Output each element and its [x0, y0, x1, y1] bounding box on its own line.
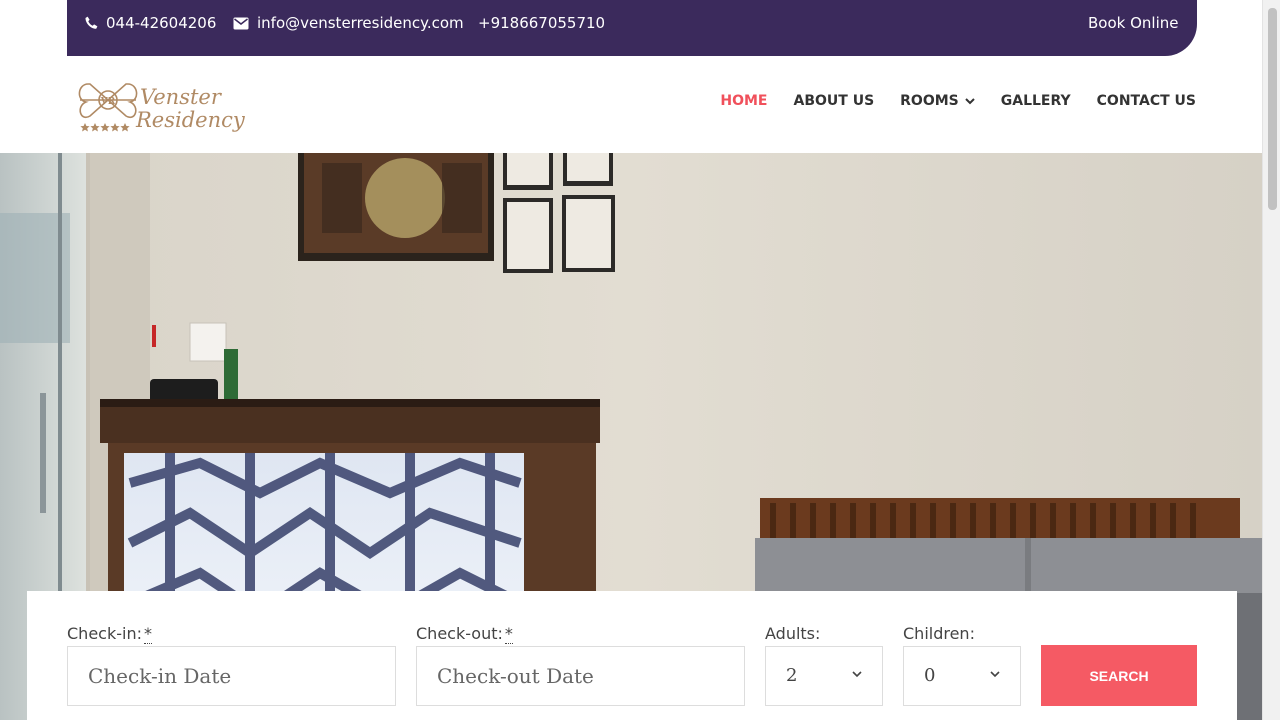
- adults-label: Adults:: [765, 624, 821, 643]
- checkout-label-text: Check-out:: [416, 624, 503, 643]
- children-value: 0: [924, 665, 936, 686]
- nav-home[interactable]: HOME: [720, 93, 767, 109]
- logo-line1: Venster: [140, 85, 223, 109]
- phone-icon: [85, 16, 98, 29]
- checkout-required-mark: *: [504, 624, 513, 644]
- children-select[interactable]: 0: [903, 646, 1021, 706]
- checkout-label: Check-out: *: [416, 624, 513, 644]
- adults-value: 2: [786, 665, 798, 686]
- scrollbar-thumb[interactable]: [1268, 8, 1277, 210]
- chevron-down-icon: [990, 671, 1000, 678]
- nav-contact-us[interactable]: CONTACT US: [1097, 93, 1196, 109]
- checkin-date-input[interactable]: [67, 646, 396, 706]
- phone-link[interactable]: 044-42604206: [85, 14, 216, 32]
- book-online-link[interactable]: Book Online: [1088, 14, 1178, 32]
- mobile-link[interactable]: +918667055710: [478, 14, 605, 32]
- checkout-date-input[interactable]: [416, 646, 745, 706]
- chevron-down-icon: [852, 671, 862, 678]
- site-header: VR Venster Residency HOME ABOUT US ROOMS: [0, 56, 1262, 153]
- book-online-label[interactable]: Book Online: [1088, 14, 1178, 32]
- logo-line2: Residency: [135, 108, 246, 132]
- booking-form: Check-in:* Check-out:* Adults: 2 Childre…: [27, 591, 1237, 720]
- checkin-label-text: Check-in:: [67, 624, 142, 643]
- adults-select[interactable]: 2: [765, 646, 883, 706]
- envelope-icon: [233, 17, 249, 29]
- nav-gallery[interactable]: GALLERY: [1001, 93, 1071, 109]
- children-label: Children:: [903, 624, 975, 643]
- chevron-down-icon: [965, 97, 975, 104]
- search-button[interactable]: SEARCH: [1041, 645, 1197, 706]
- nav-rooms[interactable]: ROOMS: [900, 93, 975, 109]
- logo-monogram: VR: [100, 97, 116, 107]
- logo[interactable]: VR Venster Residency: [72, 66, 250, 136]
- venster-residency-logo: VR Venster Residency: [78, 83, 246, 132]
- nav-about-us[interactable]: ABOUT US: [794, 93, 875, 109]
- phone-number[interactable]: 044-42604206: [106, 14, 216, 32]
- page-scrollbar[interactable]: [1262, 0, 1280, 720]
- mobile-number[interactable]: +918667055710: [478, 14, 605, 32]
- nav-rooms-label: ROOMS: [900, 93, 959, 109]
- email-address[interactable]: info@vensterresidency.com: [257, 14, 464, 32]
- contact-topbar: 044-42604206 info@vensterresidency.com +…: [67, 0, 1197, 56]
- checkin-label: Check-in: *: [67, 624, 152, 644]
- page: 044-42604206 info@vensterresidency.com +…: [0, 0, 1280, 720]
- main-nav: HOME ABOUT US ROOMS GALLERY CONTACT US: [720, 93, 1196, 109]
- email-link[interactable]: info@vensterresidency.com: [233, 14, 464, 32]
- checkin-required-mark: *: [143, 624, 152, 644]
